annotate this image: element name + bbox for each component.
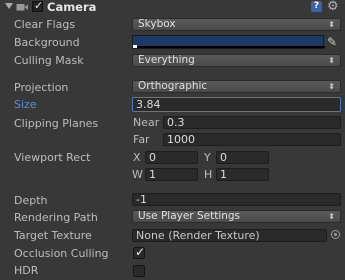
dropdown-arrow-icon: ⬍	[328, 20, 335, 29]
gear-icon[interactable]: ⚙	[327, 0, 339, 14]
camera-inspector: ✓ Camera ? ⚙ Clear Flags Skybox ⬍ Backgr…	[0, 0, 345, 280]
checkmark-icon: ✓	[135, 245, 146, 259]
rendering-path-label: Rendering Path	[14, 211, 98, 224]
rendering-path-value: Use Player Settings	[138, 210, 241, 222]
viewport-x-label: X	[133, 151, 141, 164]
component-title: Camera	[47, 0, 97, 14]
alpha-indicator	[133, 45, 137, 48]
near-clip-input[interactable]: 0.3	[163, 116, 341, 129]
alpha-bar	[133, 46, 325, 48]
depth-input[interactable]: -1	[132, 193, 341, 206]
far-label: Far	[133, 133, 150, 146]
dropdown-arrow-icon: ⬍	[328, 56, 335, 65]
help-icon[interactable]: ?	[311, 1, 322, 12]
near-label: Near	[133, 116, 160, 129]
projection-value: Orthographic	[138, 80, 208, 92]
size-input[interactable]: 3.84	[132, 97, 341, 112]
viewport-x-input[interactable]: 0	[145, 151, 198, 164]
foldout-arrow-icon[interactable]	[5, 3, 13, 9]
culling-mask-value: Everything	[138, 54, 195, 66]
background-label: Background	[14, 36, 80, 49]
dropdown-arrow-icon: ⬍	[328, 82, 335, 91]
background-color-field[interactable]	[132, 35, 325, 49]
occlusion-culling-checkbox[interactable]: ✓	[133, 245, 146, 259]
viewport-y-label: Y	[204, 151, 211, 164]
size-label: Size	[14, 98, 37, 111]
culling-mask-label: Culling Mask	[14, 54, 84, 67]
hdr-checkbox[interactable]	[133, 265, 145, 277]
component-header: ✓ Camera ? ⚙	[0, 0, 345, 15]
clear-flags-dropdown[interactable]: Skybox ⬍	[132, 18, 341, 31]
viewport-h-label: H	[204, 168, 213, 181]
culling-mask-dropdown[interactable]: Everything ⬍	[132, 54, 341, 67]
target-texture-label: Target Texture	[14, 229, 92, 242]
dropdown-arrow-icon: ⬍	[328, 212, 335, 221]
hdr-label: HDR	[14, 264, 39, 277]
viewport-w-input[interactable]: 1	[145, 168, 198, 181]
occlusion-culling-label: Occlusion Culling	[14, 247, 109, 260]
viewport-rect-label: Viewport Rect	[14, 151, 91, 164]
viewport-h-input[interactable]: 1	[216, 168, 269, 181]
viewport-y-input[interactable]: 0	[216, 151, 269, 164]
clear-flags-label: Clear Flags	[14, 18, 76, 31]
depth-label: Depth	[14, 194, 48, 207]
clipping-planes-label: Clipping Planes	[14, 117, 99, 130]
projection-dropdown[interactable]: Orthographic ⬍	[132, 80, 341, 93]
far-clip-input[interactable]: 1000	[163, 133, 341, 146]
clear-flags-value: Skybox	[138, 18, 176, 30]
rendering-path-dropdown[interactable]: Use Player Settings ⬍	[132, 210, 341, 223]
eyedropper-icon[interactable]: ✎	[327, 35, 337, 49]
viewport-w-label: W	[132, 168, 143, 181]
component-enabled-checkbox[interactable]: ✓	[32, 0, 44, 12]
object-picker-icon[interactable]	[331, 230, 340, 239]
target-texture-field[interactable]: None (Render Texture)	[132, 229, 327, 242]
camera-icon	[16, 4, 28, 11]
checkmark-icon: ✓	[34, 0, 44, 12]
projection-label: Projection	[14, 81, 69, 94]
